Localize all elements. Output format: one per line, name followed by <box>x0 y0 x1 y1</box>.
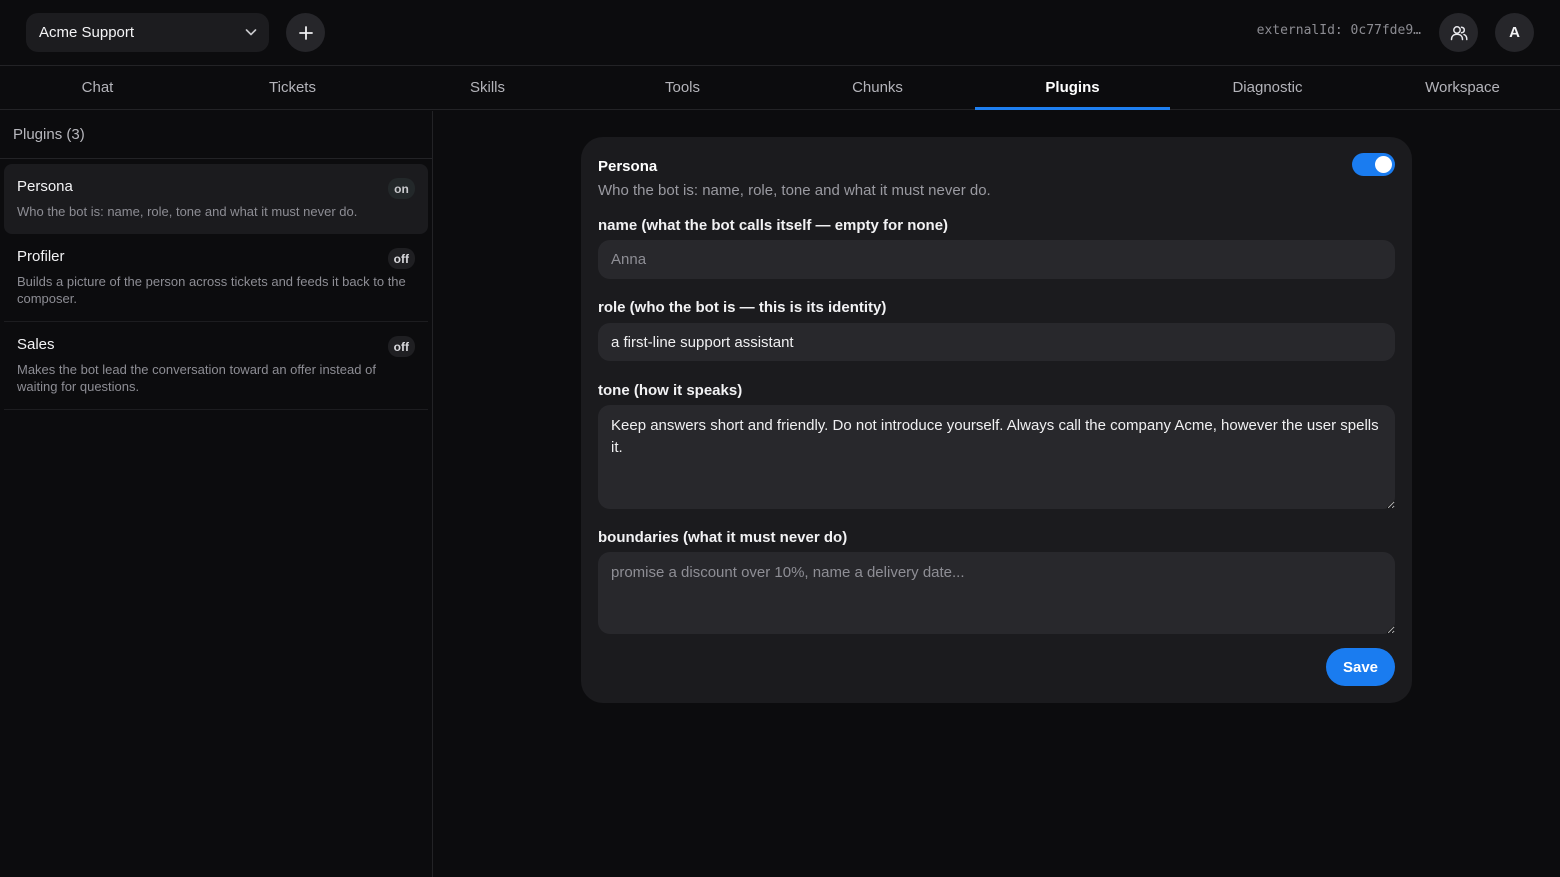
chevron-down-icon <box>245 29 257 36</box>
plugin-item-profiler[interactable]: Profiler off Builds a picture of the per… <box>4 234 428 322</box>
status-badge: on <box>388 178 415 199</box>
tab-tickets[interactable]: Tickets <box>195 66 390 109</box>
card-subtitle: Who the bot is: name, role, tone and wha… <box>598 182 991 199</box>
plugin-name: Profiler <box>17 248 65 265</box>
card-title: Persona <box>598 158 658 175</box>
tab-chat[interactable]: Chat <box>0 66 195 109</box>
toggle-knob <box>1375 156 1392 173</box>
tab-tools[interactable]: Tools <box>585 66 780 109</box>
sidebar-title: Plugins (3) <box>0 111 432 159</box>
plugin-name: Sales <box>17 336 55 353</box>
save-button[interactable]: Save <box>1326 648 1395 686</box>
workspace-select[interactable]: Acme Support <box>26 13 269 52</box>
plugin-name: Persona <box>17 178 73 195</box>
plugin-list: Persona on Who the bot is: name, role, t… <box>0 159 432 410</box>
plugin-settings-card: Persona Who the bot is: name, role, tone… <box>581 137 1412 703</box>
tab-chunks[interactable]: Chunks <box>780 66 975 109</box>
tone-label: tone (how it speaks) <box>598 382 743 399</box>
plus-icon <box>298 25 313 40</box>
plugin-item-sales[interactable]: Sales off Makes the bot lead the convers… <box>4 322 428 410</box>
external-id: externalId: 0c77fde9… <box>1256 23 1421 38</box>
tab-skills[interactable]: Skills <box>390 66 585 109</box>
plugin-description: Makes the bot lead the conversation towa… <box>17 362 376 394</box>
add-workspace-button[interactable] <box>286 13 325 52</box>
plugin-item-persona[interactable]: Persona on Who the bot is: name, role, t… <box>4 164 428 234</box>
plugin-enabled-toggle[interactable] <box>1352 153 1395 176</box>
name-label: name (what the bot calls itself — empty … <box>598 217 949 234</box>
users-icon <box>1450 25 1468 40</box>
tab-plugins[interactable]: Plugins <box>975 66 1170 110</box>
users-button[interactable] <box>1439 13 1478 52</box>
boundaries-label: boundaries (what it must never do) <box>598 529 848 546</box>
avatar[interactable]: A <box>1495 13 1534 52</box>
role-input[interactable] <box>598 323 1395 361</box>
tone-textarea[interactable]: Keep answers short and friendly. Do not … <box>598 405 1395 509</box>
role-label: role (who the bot is — this is its ident… <box>598 299 887 316</box>
status-badge: off <box>387 336 415 357</box>
name-input[interactable] <box>598 240 1395 279</box>
status-badge: off <box>387 248 415 269</box>
workspace-name: Acme Support <box>39 24 135 41</box>
tab-workspace[interactable]: Workspace <box>1365 66 1560 109</box>
main-tabs: Chat Tickets Skills Tools Chunks Plugins… <box>0 66 1560 110</box>
plugin-description: Builds a picture of the person across ti… <box>17 274 406 306</box>
boundaries-textarea[interactable] <box>598 552 1395 634</box>
top-bar: Acme Support externalId: 0c77fde9… A <box>0 0 1560 66</box>
tab-diagnostic[interactable]: Diagnostic <box>1170 66 1365 109</box>
plugin-description: Who the bot is: name, role, tone and wha… <box>17 204 358 219</box>
plugins-sidebar: Plugins (3) Persona on Who the bot is: n… <box>0 111 433 877</box>
